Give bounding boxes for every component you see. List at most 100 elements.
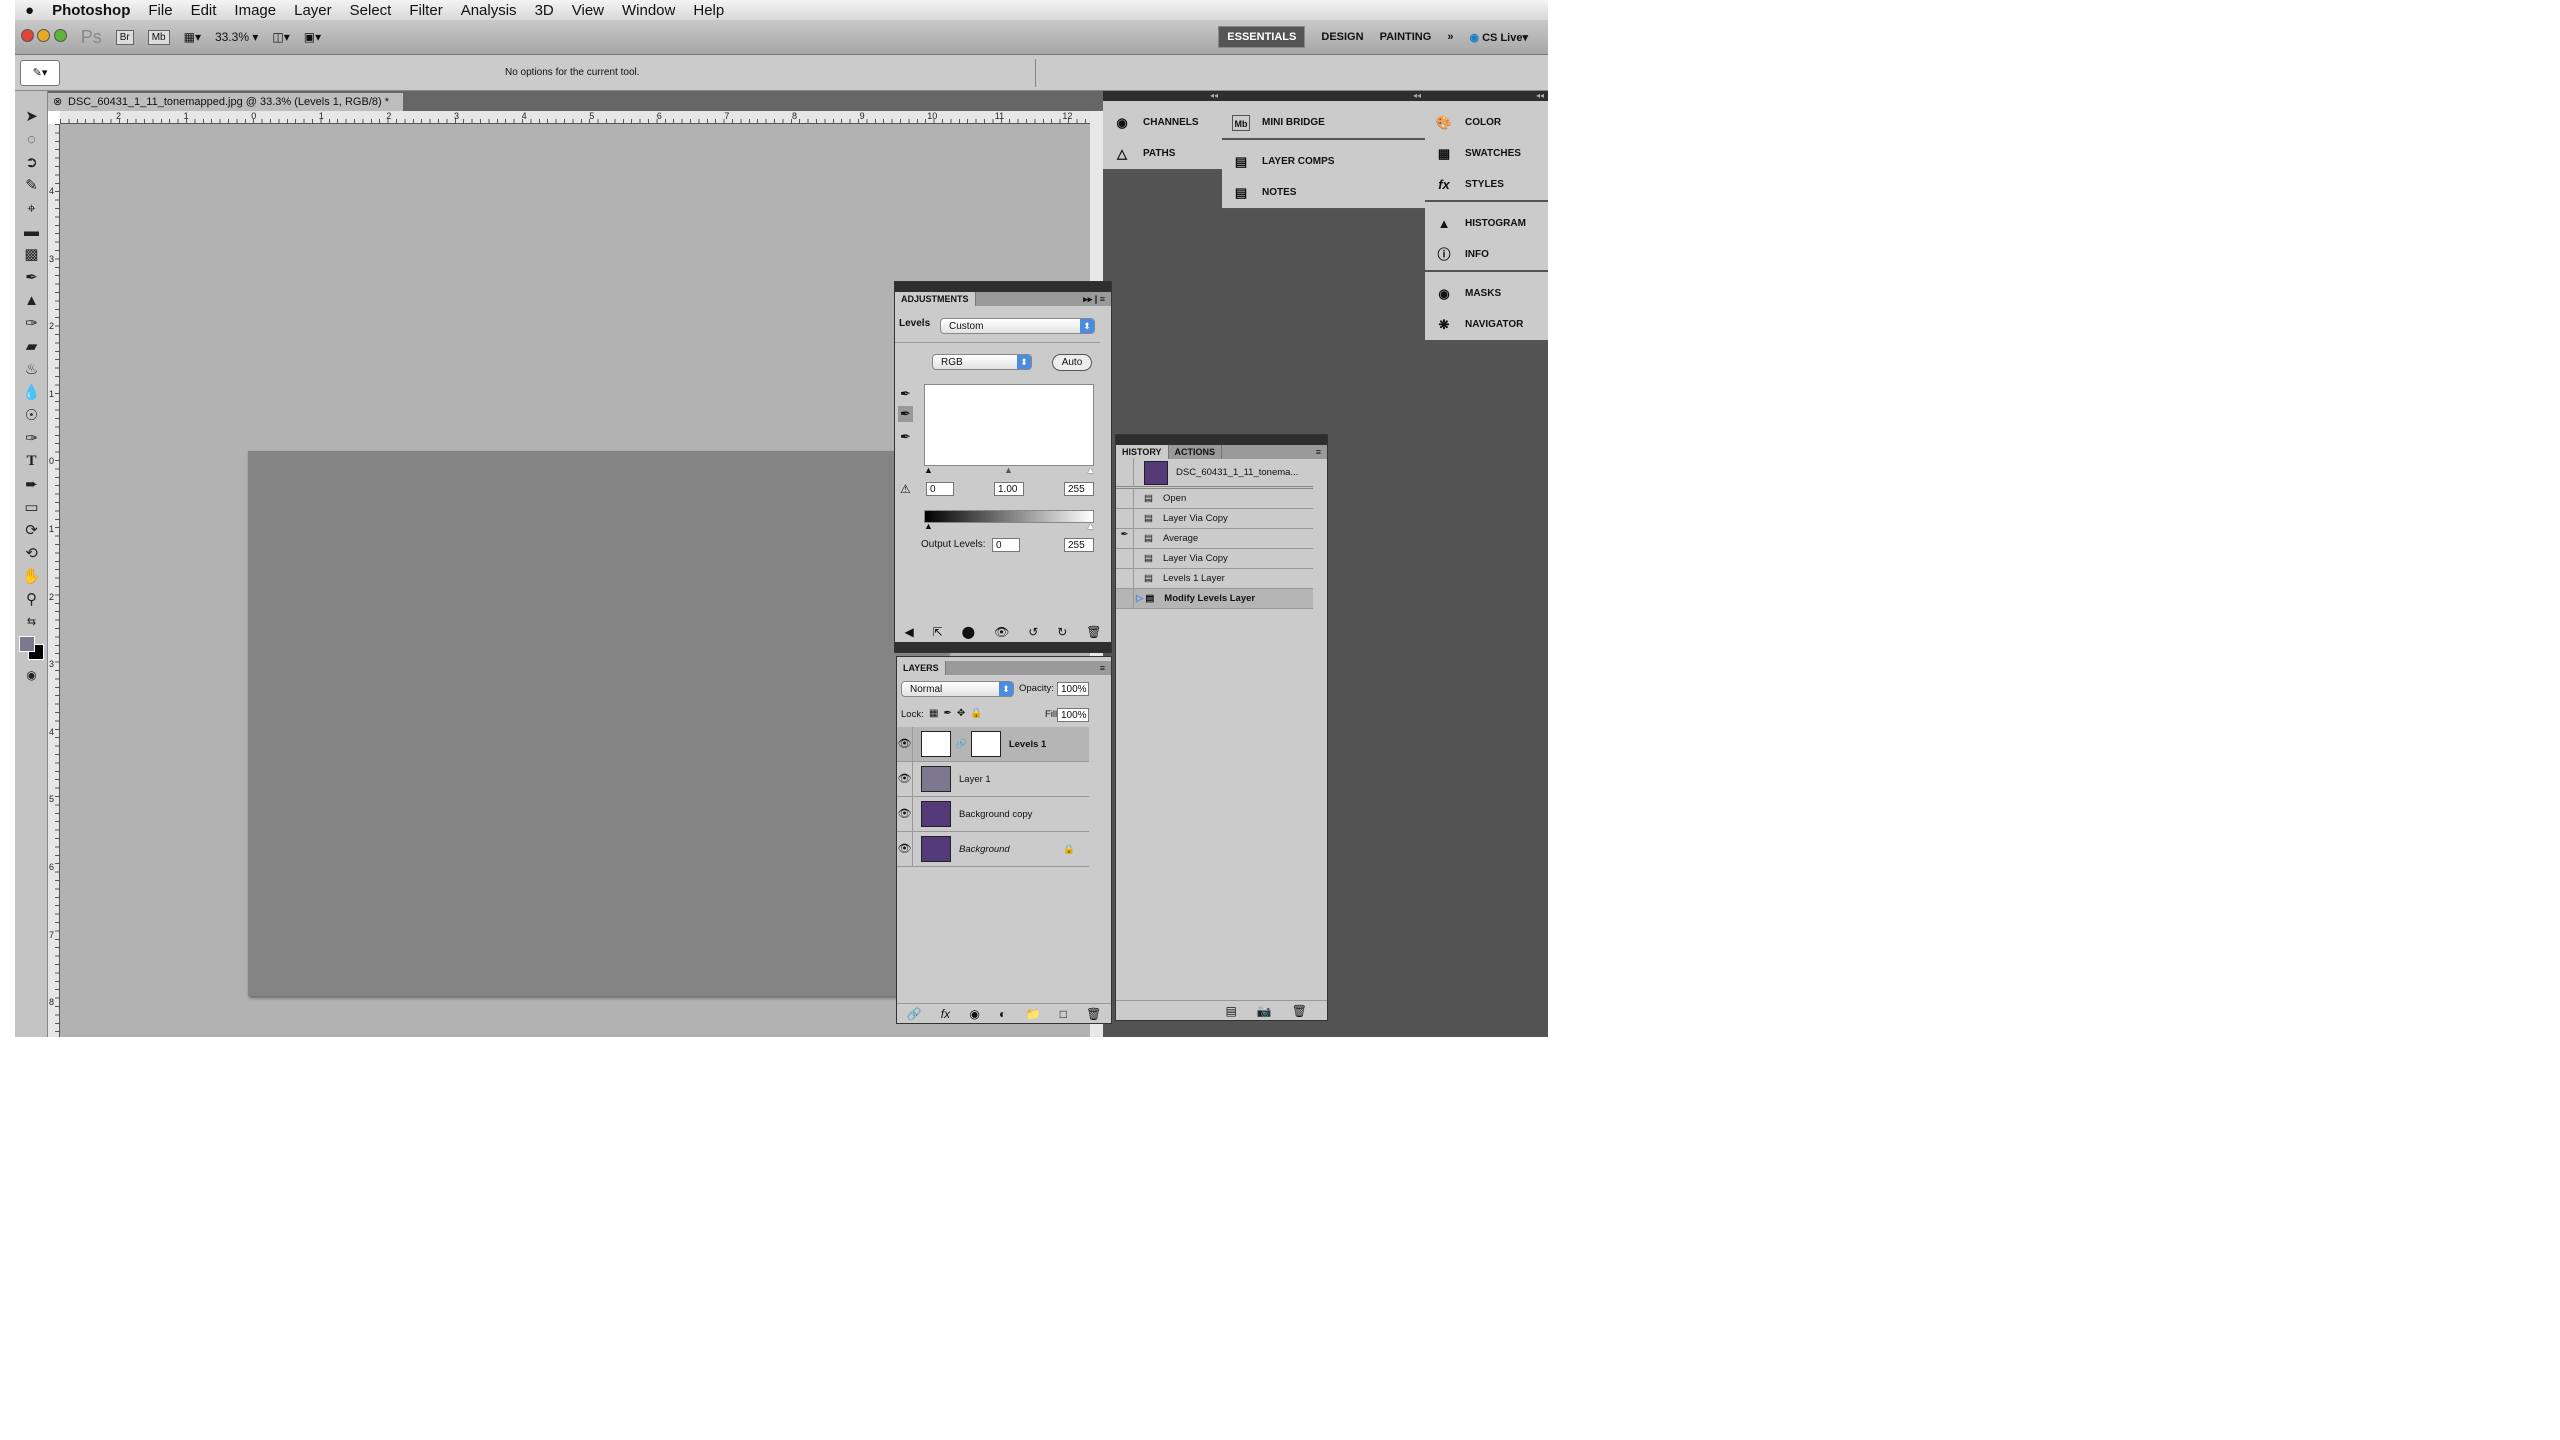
workspace-painting[interactable]: PAINTING	[1380, 31, 1432, 43]
more-workspaces-button[interactable]: »	[1447, 31, 1453, 43]
output-black-field[interactable]: 0	[992, 538, 1020, 552]
new-group-icon[interactable]: 📁	[1026, 1007, 1041, 1021]
delete-layer-icon[interactable]: 🗑	[1086, 1007, 1101, 1021]
pen-tool-icon[interactable]: ✑	[15, 427, 48, 450]
new-document-from-state-icon[interactable]: ▤	[1225, 1004, 1236, 1018]
input-black-field[interactable]: 0	[926, 482, 954, 496]
eye-icon[interactable]: 👁	[897, 831, 913, 867]
history-source-checkbox[interactable]	[1116, 458, 1134, 487]
type-tool-icon[interactable]: T	[15, 450, 48, 473]
history-step-active[interactable]: ▷ ▤ Modify Levels Layer	[1116, 589, 1313, 609]
history-step[interactable]: ▤ Layer Via Copy	[1116, 549, 1313, 569]
collapse-icon[interactable]: ◂◂	[1103, 91, 1222, 101]
blend-mode-select[interactable]: Normal	[901, 681, 1014, 697]
eraser-tool-icon[interactable]: ▰	[15, 335, 48, 358]
eye-icon[interactable]: 👁	[897, 726, 913, 762]
new-snapshot-icon[interactable]: 📷	[1257, 1004, 1272, 1018]
layer-style-icon[interactable]: fx	[941, 1007, 950, 1021]
swap-colors-icon[interactable]: ⇆	[15, 611, 48, 634]
cs-live-button[interactable]: ◉ CS Live▾	[1469, 31, 1528, 44]
workspace-essentials[interactable]: ESSENTIALS	[1218, 26, 1306, 48]
menu-app[interactable]: Photoshop	[52, 2, 130, 19]
layer-row[interactable]: 👁 Background copy	[897, 796, 1089, 832]
workspace-design[interactable]: DESIGN	[1321, 31, 1363, 43]
path-selection-tool-icon[interactable]: ➨	[15, 473, 48, 496]
clipping-warning-icon[interactable]: ⚠	[900, 482, 911, 496]
collapse-icon[interactable]: ◂◂	[1222, 91, 1425, 101]
screen-mode-button[interactable]: ▣▾	[304, 30, 321, 44]
apple-icon[interactable]: ●	[25, 2, 34, 19]
3d-orbit-tool-icon[interactable]: ⟲	[15, 542, 48, 565]
history-brush-tool-icon[interactable]: ✑	[15, 312, 48, 335]
menu-edit[interactable]: Edit	[191, 2, 217, 19]
close-window-button[interactable]	[21, 29, 34, 42]
link-layers-icon[interactable]: 🔗	[907, 1007, 922, 1021]
hand-tool-icon[interactable]: ✋	[15, 565, 48, 588]
dock-layer-comps[interactable]: ▤ LAYER COMPS	[1222, 146, 1425, 177]
history-step[interactable]: ✒ ▤ Average	[1116, 529, 1313, 549]
history-brush-source-icon[interactable]: ✒	[1116, 529, 1134, 548]
input-levels-slider[interactable]: ▲ ▲ ▲	[924, 465, 1095, 475]
move-tool-icon[interactable]: ➤	[15, 105, 48, 128]
tab-history[interactable]: HISTORY	[1116, 445, 1169, 459]
dodge-tool-icon[interactable]: ☉	[15, 404, 48, 427]
history-source-checkbox[interactable]	[1116, 589, 1134, 608]
quick-selection-tool-icon[interactable]: ✎	[15, 174, 48, 197]
menu-select[interactable]: Select	[350, 2, 392, 19]
visibility-icon[interactable]: 👁	[994, 625, 1009, 639]
black-point-eyedropper-icon[interactable]: ✒	[900, 386, 911, 402]
history-source-checkbox[interactable]	[1116, 509, 1134, 528]
document-image[interactable]	[248, 451, 948, 996]
bridge-button[interactable]: Br	[115, 29, 134, 45]
tab-adjustments[interactable]: ADJUSTMENTS	[895, 292, 976, 306]
rectangle-tool-icon[interactable]: ▭	[15, 496, 48, 519]
white-point-eyedropper-icon[interactable]: ✒	[900, 429, 911, 445]
tab-layers[interactable]: LAYERS	[897, 661, 946, 675]
history-source-checkbox[interactable]	[1116, 549, 1134, 568]
dock-channels[interactable]: ◉ CHANNELS	[1103, 107, 1222, 138]
history-step[interactable]: ▤ Open	[1116, 489, 1313, 509]
channel-select[interactable]: RGB	[932, 354, 1032, 370]
clone-stamp-tool-icon[interactable]: ▲	[15, 289, 48, 312]
foreground-color-swatch[interactable]	[19, 636, 35, 652]
collapse-icon[interactable]: ◂◂	[1425, 91, 1548, 101]
paint-bucket-tool-icon[interactable]: ♨	[15, 358, 48, 381]
menu-layer[interactable]: Layer	[294, 2, 332, 19]
levels-preset-select[interactable]: Custom	[940, 318, 1095, 334]
input-white-field[interactable]: 255	[1064, 482, 1094, 496]
white-input-handle[interactable]: ▲	[1086, 465, 1095, 475]
tool-preset-picker[interactable]: ✎▾	[20, 60, 60, 86]
dock-navigator[interactable]: ❋ NAVIGATOR	[1425, 309, 1548, 340]
menu-help[interactable]: Help	[693, 2, 724, 19]
tab-actions[interactable]: ACTIONS	[1169, 445, 1223, 459]
dock-notes[interactable]: ▤ NOTES	[1222, 177, 1425, 208]
panel-menu-icon[interactable]: ▸▸ | ≡	[1077, 292, 1111, 306]
view-previous-icon[interactable]: ↺	[1028, 625, 1038, 639]
eye-icon[interactable]: 👁	[897, 796, 913, 832]
dock-info[interactable]: ⓘ INFO	[1425, 239, 1548, 270]
zoom-level-dropdown[interactable]: 33.3% ▾	[215, 30, 258, 44]
lasso-tool-icon[interactable]: ➲	[15, 151, 48, 174]
gray-point-eyedropper-icon[interactable]: ✒	[898, 406, 913, 422]
dock-mini-bridge[interactable]: Mb MINI BRIDGE	[1222, 107, 1425, 138]
history-step[interactable]: ▤ Levels 1 Layer	[1116, 569, 1313, 589]
history-source-checkbox[interactable]	[1116, 569, 1134, 588]
dock-paths[interactable]: △ PATHS	[1103, 138, 1222, 169]
view-extras-button[interactable]: ▦▾	[184, 30, 201, 44]
input-gamma-field[interactable]: 1.00	[994, 482, 1024, 496]
spot-healing-tool-icon[interactable]: ▩	[15, 243, 48, 266]
layer-row[interactable]: 👁 🔗 Levels 1	[897, 726, 1089, 762]
panel-menu-icon[interactable]: ≡	[1094, 661, 1111, 675]
brush-tool-icon[interactable]: ✒	[15, 266, 48, 289]
document-tab[interactable]: ⊗ DSC_60431_1_11_tonemapped.jpg @ 33.3% …	[48, 93, 403, 111]
gamma-input-handle[interactable]: ▲	[1004, 465, 1013, 475]
black-input-handle[interactable]: ▲	[924, 465, 933, 475]
delete-state-icon[interactable]: 🗑	[1292, 1004, 1307, 1018]
dock-histogram[interactable]: ▲ HISTOGRAM	[1425, 208, 1548, 239]
reset-icon[interactable]: ↻	[1057, 625, 1067, 639]
blur-tool-icon[interactable]: 💧	[15, 381, 48, 404]
zoom-tool-icon[interactable]: ⚲	[15, 588, 48, 611]
white-output-handle[interactable]: ▲	[1086, 521, 1095, 531]
output-white-field[interactable]: 255	[1064, 538, 1094, 552]
menu-view[interactable]: View	[572, 2, 604, 19]
